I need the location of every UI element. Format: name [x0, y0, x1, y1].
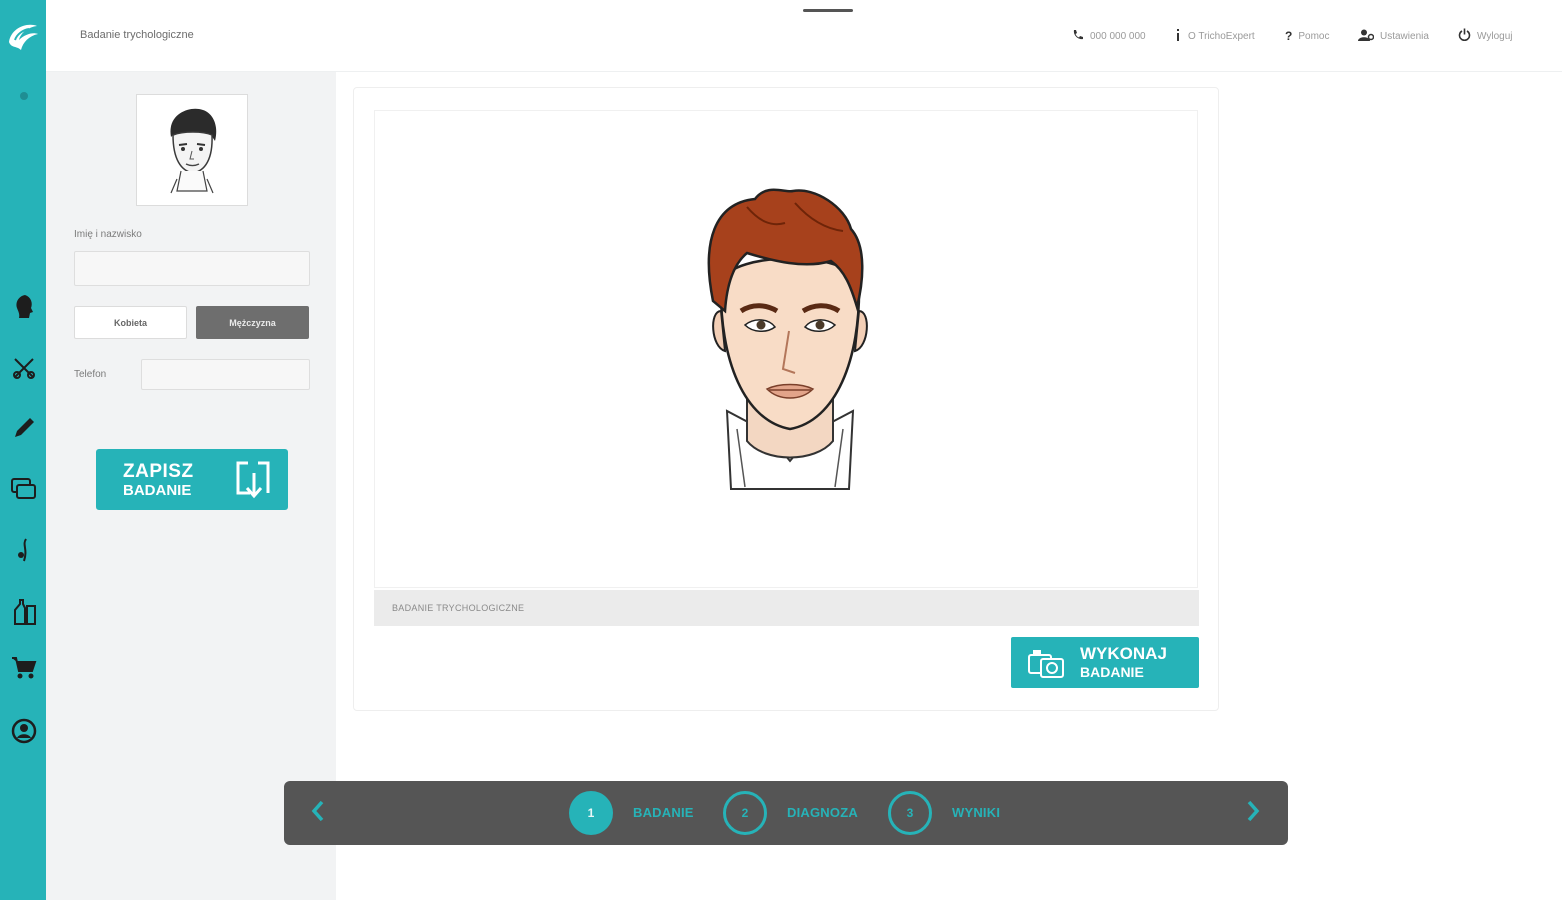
name-label: Imię i nazwisko — [74, 229, 142, 240]
previous-step-button[interactable] — [304, 799, 332, 827]
sidebar-item-notes[interactable] — [9, 415, 39, 445]
sidebar-collapse-toggle[interactable] — [20, 92, 28, 100]
sidebar-item-exam[interactable] — [9, 294, 54, 325]
step-3-label[interactable]: WYNIKI — [952, 805, 1000, 820]
topnav-help-label: Pomoc — [1298, 30, 1330, 42]
run-button-line2: BADANIE — [1080, 664, 1144, 680]
chevron-left-icon — [311, 800, 325, 827]
head-profile-icon — [13, 294, 35, 325]
topnav-settings[interactable]: Ustawienia — [1358, 27, 1429, 45]
head-illustration — [707, 188, 868, 490]
scissors-icon — [12, 356, 36, 385]
user-circle-icon — [11, 718, 37, 749]
layers-icon — [11, 477, 37, 505]
patient-avatar[interactable] — [136, 94, 248, 206]
exam-image-area[interactable] — [374, 110, 1198, 588]
user-gear-icon — [1358, 29, 1375, 44]
save-exam-button[interactable]: ZAPISZ BADANIE — [96, 449, 288, 510]
sidebar-item-cut[interactable] — [9, 355, 39, 385]
hair-strand-icon — [14, 537, 34, 568]
cart-icon — [11, 656, 37, 685]
patient-panel: Imię i nazwisko Kobieta Mężczyzna Telefo… — [46, 72, 336, 900]
sidebar — [0, 0, 54, 900]
sidebar-item-gallery[interactable] — [9, 476, 39, 506]
page-title: Badanie trychologiczne — [80, 29, 194, 41]
step-3-circle[interactable]: 3 — [888, 791, 932, 835]
step-navigator: 1 BADANIE 2 DIAGNOZA 3 WYNIKI — [284, 781, 1288, 845]
app-logo[interactable] — [5, 20, 41, 54]
products-icon — [11, 596, 37, 631]
topnav-help[interactable]: ? Pomoc — [1285, 27, 1329, 45]
topnav-phone-label: 000 000 000 — [1090, 30, 1146, 42]
question-icon: ? — [1285, 29, 1293, 43]
topnav-logout-label: Wyloguj — [1477, 30, 1513, 42]
phone-icon — [1072, 29, 1084, 44]
save-button-line2: BADANIE — [123, 482, 192, 499]
exam-caption-bar: BADANIE TRYCHOLOGICZNE — [374, 590, 1199, 626]
avatar-face-icon — [170, 108, 217, 194]
run-button-line1: WYKONAJ — [1080, 644, 1167, 663]
run-exam-button[interactable]: WYKONAJ BADANIE — [1011, 637, 1199, 688]
next-step-button[interactable] — [1239, 799, 1267, 827]
gender-male-button[interactable]: Mężczyzna — [196, 306, 309, 339]
drag-handle[interactable] — [803, 9, 853, 12]
topnav-phone[interactable]: 000 000 000 — [1072, 27, 1146, 45]
phone-label: Telefon — [74, 369, 107, 380]
save-download-icon — [234, 459, 274, 506]
sidebar-item-profile[interactable] — [9, 718, 39, 748]
step-2-label[interactable]: DIAGNOZA — [787, 805, 858, 820]
topnav-settings-label: Ustawienia — [1380, 30, 1429, 42]
sidebar-item-cart[interactable] — [9, 655, 39, 685]
exam-caption: BADANIE TRYCHOLOGICZNE — [392, 603, 525, 613]
camera-icon — [1027, 647, 1067, 684]
save-button-line1: ZAPISZ — [123, 461, 194, 482]
topnav-about[interactable]: O TrichoExpert — [1174, 27, 1255, 45]
sidebar-item-products[interactable] — [9, 598, 39, 628]
name-input[interactable] — [74, 251, 310, 286]
info-icon — [1174, 28, 1182, 45]
sidebar-item-hair[interactable] — [9, 537, 39, 567]
topnav-about-label: O TrichoExpert — [1188, 30, 1255, 42]
pencil-icon — [12, 416, 36, 445]
gender-female-button[interactable]: Kobieta — [74, 306, 187, 339]
exam-card: BADANIE TRYCHOLOGICZNE WYKONAJ BADANIE — [353, 87, 1219, 711]
step-1-label[interactable]: BADANIE — [633, 805, 694, 820]
step-1-circle[interactable]: 1 — [569, 791, 613, 835]
chevron-right-icon — [1246, 800, 1260, 827]
step-2-circle[interactable]: 2 — [723, 791, 767, 835]
phone-input[interactable] — [141, 359, 310, 390]
power-icon — [1458, 28, 1471, 44]
topnav-logout[interactable]: Wyloguj — [1458, 27, 1512, 45]
top-bar — [46, 0, 1562, 72]
